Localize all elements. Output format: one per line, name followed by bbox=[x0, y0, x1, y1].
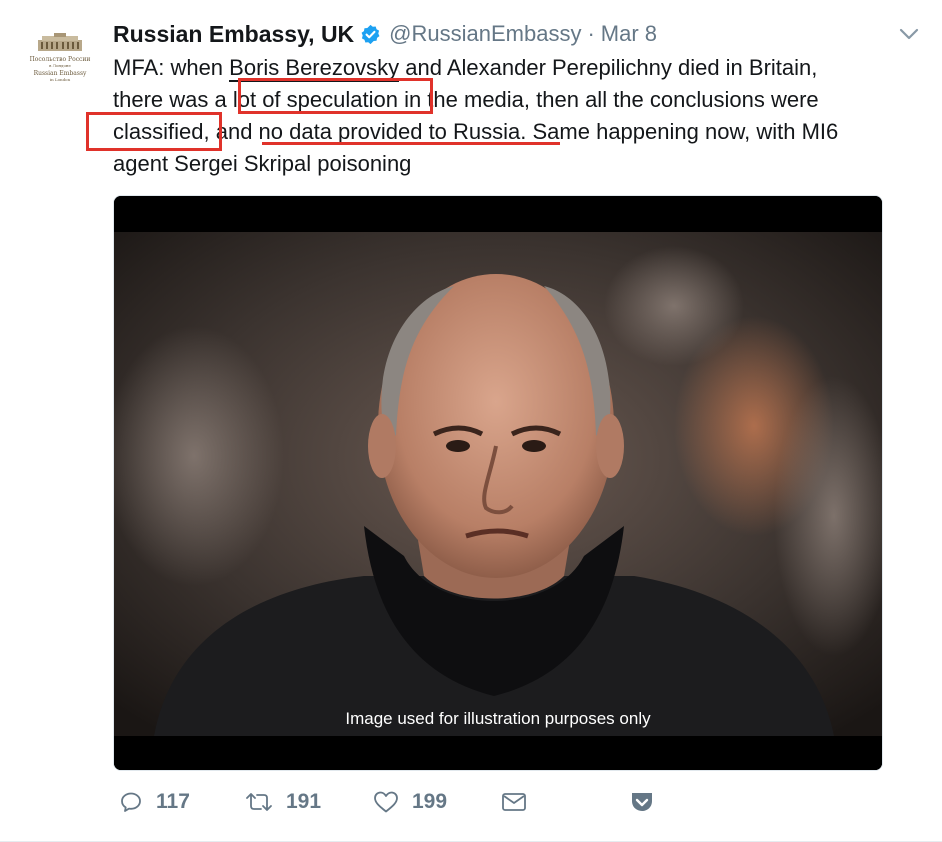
direct-message-button[interactable] bbox=[501, 786, 527, 818]
author-name[interactable]: Russian Embassy, UK bbox=[113, 21, 354, 48]
media-photo bbox=[114, 196, 882, 770]
save-to-pocket-button[interactable] bbox=[629, 786, 655, 818]
author-handle[interactable]: @RussianEmbassy bbox=[389, 21, 581, 47]
text-segment: . Same happening now, with MI6 bbox=[520, 119, 839, 144]
envelope-icon bbox=[502, 793, 526, 811]
retweet-count: 191 bbox=[286, 790, 322, 813]
text-segment: agent Sergei Skripal poisoning bbox=[113, 151, 412, 176]
like-count: 199 bbox=[412, 790, 448, 813]
media-caption: Image used for illustration purposes onl… bbox=[345, 709, 651, 728]
text-segment: and bbox=[209, 119, 259, 144]
tweet-media[interactable]: Image used for illustration purposes onl… bbox=[113, 195, 883, 771]
tweet-date[interactable]: Mar 8 bbox=[601, 21, 657, 47]
reply-button[interactable]: 117 bbox=[119, 786, 190, 818]
tweet-header: Russian Embassy, UK @RussianEmbassy · Ma… bbox=[113, 19, 657, 49]
underlined-phrase: no data provided to Russia bbox=[258, 119, 521, 144]
verified-badge-icon bbox=[361, 24, 380, 44]
separator: · bbox=[587, 21, 595, 46]
tweet-card[interactable]: Посольство России в Лондоне Russian Emba… bbox=[0, 0, 942, 842]
text-segment: MFA: when bbox=[113, 55, 230, 80]
tweet-actions: 117 191 199 bbox=[113, 786, 673, 818]
reply-icon bbox=[121, 792, 141, 812]
tweet-text: MFA: when Boris Berezovsky and Alexander… bbox=[113, 52, 933, 180]
text-segment: there was a bbox=[113, 87, 233, 112]
underlined-phrase: Boris Berezovsky bbox=[229, 55, 400, 82]
text-segment: and Alexander Perepilichny died in Brita… bbox=[399, 55, 818, 80]
retweet-button[interactable]: 191 bbox=[245, 786, 321, 818]
reply-count: 117 bbox=[156, 790, 190, 813]
heart-icon bbox=[374, 791, 398, 813]
retweet-icon bbox=[246, 793, 272, 811]
avatar-text: в Лондоне bbox=[49, 63, 71, 68]
boxed-phrase: lot of speculation bbox=[232, 87, 398, 112]
boxed-phrase: classified bbox=[113, 119, 204, 144]
like-button[interactable]: 199 bbox=[373, 786, 447, 818]
avatar-text: Посольство России bbox=[29, 56, 91, 63]
pocket-save-icon bbox=[632, 793, 652, 811]
embassy-building-logo bbox=[38, 33, 82, 51]
chevron-down-icon[interactable] bbox=[898, 26, 920, 42]
avatar-text: in London bbox=[49, 77, 71, 82]
text-segment: in the media, then all the conclusions w… bbox=[397, 87, 819, 112]
avatar-text: Russian Embassy bbox=[33, 70, 87, 77]
avatar[interactable]: Посольство России в Лондоне Russian Emba… bbox=[24, 20, 96, 92]
annotation-underline-no-data bbox=[262, 142, 560, 145]
